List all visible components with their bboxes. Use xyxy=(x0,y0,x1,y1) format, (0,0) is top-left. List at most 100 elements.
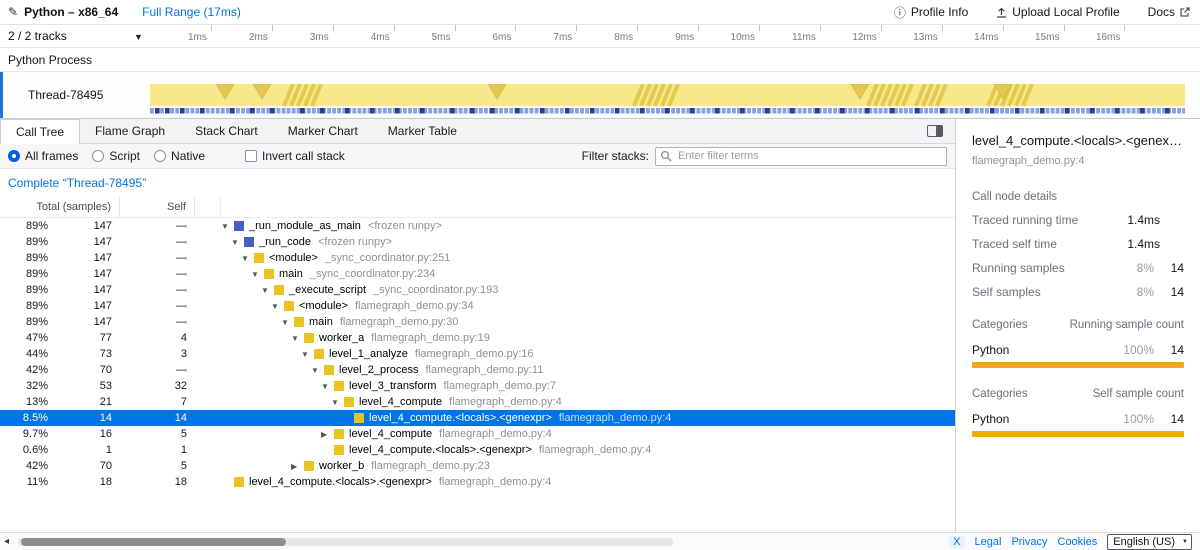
frame-category-icon xyxy=(314,349,324,359)
call-tree-row[interactable]: 42%705▶worker_bflamegraph_demo.py:23 xyxy=(0,458,955,474)
ruler-tick-mark xyxy=(576,25,577,31)
category-name: Python xyxy=(972,412,1110,426)
column-header-total[interactable]: Total (samples) xyxy=(0,197,120,217)
expand-toggle-icon[interactable]: ▼ xyxy=(221,222,234,231)
category-bar xyxy=(972,431,1184,437)
call-tree-row[interactable]: 32%5332▼level_3_transformflamegraph_demo… xyxy=(0,378,955,394)
call-tree-row[interactable]: 89%147—▼main_sync_coordinator.py:234 xyxy=(0,266,955,282)
expand-toggle-icon[interactable]: ▼ xyxy=(261,286,274,295)
footer-links: X Legal Privacy Cookies English (US) xyxy=(949,534,1192,550)
profile-info-button[interactable]: ⓘ Profile Info xyxy=(894,4,968,21)
horizontal-scrollbar[interactable] xyxy=(18,538,673,546)
call-tree-row[interactable]: 89%147—▼_run_module_as_main<frozen runpy… xyxy=(0,218,955,234)
call-tree-row[interactable]: 0.6%11level_4_compute.<locals>.<genexpr>… xyxy=(0,442,955,458)
expand-toggle-icon[interactable]: ▼ xyxy=(271,302,284,311)
row-self-samples: 7 xyxy=(120,396,195,408)
horizontal-scrollbar-thumb[interactable] xyxy=(21,538,286,546)
detail-value: 14 xyxy=(1154,285,1184,299)
invert-call-stack-checkbox[interactable] xyxy=(245,150,257,162)
expand-toggle-icon[interactable]: ▼ xyxy=(301,350,314,359)
row-self-samples: 4 xyxy=(120,332,195,344)
row-frame: ▼_run_code<frozen runpy> xyxy=(221,236,955,248)
expand-toggle-icon[interactable]: ▼ xyxy=(241,254,254,263)
timeline-ruler[interactable]: 2 / 2 tracks ▼ 1ms2ms3ms4ms5ms6ms7ms8ms9… xyxy=(0,25,1200,48)
language-select[interactable]: English (US) xyxy=(1107,534,1192,550)
call-tree-row[interactable]: 89%147—▼_run_code<frozen runpy> xyxy=(0,234,955,250)
call-tree-row[interactable]: 89%147—▼<module>_sync_coordinator.py:251 xyxy=(0,250,955,266)
call-tree-row[interactable]: 42%70—▼level_2_processflamegraph_demo.py… xyxy=(0,362,955,378)
expand-toggle-icon[interactable]: ▼ xyxy=(311,366,324,375)
category-value: 14 xyxy=(1154,343,1184,357)
call-tree-row[interactable]: 47%774▼worker_aflamegraph_demo.py:19 xyxy=(0,330,955,346)
invert-call-stack-label[interactable]: Invert call stack xyxy=(262,149,345,163)
call-tree-row[interactable]: 89%147—▼_execute_script_sync_coordinator… xyxy=(0,282,955,298)
call-tree-row[interactable]: 44%733▼level_1_analyzeflamegraph_demo.py… xyxy=(0,346,955,362)
radio-all-frames[interactable] xyxy=(8,150,20,162)
expand-toggle-icon[interactable]: ▼ xyxy=(281,318,294,327)
row-frame: level_4_compute.<locals>.<genexpr>flameg… xyxy=(221,412,955,424)
call-tree-row[interactable]: 13%217▼level_4_computeflamegraph_demo.py… xyxy=(0,394,955,410)
root-range-link[interactable]: Complete “Thread-78495” xyxy=(0,169,146,197)
column-header-self[interactable]: Self xyxy=(120,197,195,217)
call-tree-row[interactable]: 11%1818level_4_compute.<locals>.<genexpr… xyxy=(0,474,955,490)
expand-toggle-icon[interactable]: ▼ xyxy=(251,270,264,279)
radio-script[interactable] xyxy=(92,150,104,162)
upload-profile-button[interactable]: Upload Local Profile xyxy=(996,5,1119,19)
footer-close-button[interactable]: X xyxy=(949,536,964,548)
row-total-samples: 14 xyxy=(52,412,120,424)
function-name: worker_b xyxy=(319,460,364,472)
full-range-link[interactable]: Full Range (17ms) xyxy=(142,5,241,19)
thread-track-row[interactable]: Thread-78495 xyxy=(0,72,1200,119)
sidebar-toggle-icon[interactable] xyxy=(927,125,943,137)
call-tree-row[interactable]: 89%147—▼mainflamegraph_demo.py:30 xyxy=(0,314,955,330)
row-frame: ▼_execute_script_sync_coordinator.py:193 xyxy=(221,284,955,296)
function-name: worker_a xyxy=(319,332,364,344)
radio-label[interactable]: All frames xyxy=(25,149,78,163)
radio-native[interactable] xyxy=(154,150,166,162)
column-header-gutter xyxy=(195,197,221,217)
footer-link-cookies[interactable]: Cookies xyxy=(1058,536,1098,548)
upload-profile-label: Upload Local Profile xyxy=(1012,5,1119,19)
tab-flame-graph[interactable]: Flame Graph xyxy=(80,119,180,143)
footer-link-list: Legal Privacy Cookies xyxy=(975,536,1098,548)
selected-track-indicator xyxy=(0,72,3,118)
function-name: level_4_compute.<locals>.<genexpr> xyxy=(369,412,552,424)
process-row[interactable]: Python Process xyxy=(0,48,1200,72)
tab-call-tree[interactable]: Call Tree xyxy=(0,119,80,144)
thread-activity-track[interactable] xyxy=(150,84,1185,114)
call-tree-row[interactable]: 89%147—▼<module>flamegraph_demo.py:34 xyxy=(0,298,955,314)
row-self-samples: — xyxy=(120,252,195,264)
row-total-samples: 147 xyxy=(52,268,120,280)
tracks-dropdown-caret-icon[interactable]: ▼ xyxy=(134,32,143,42)
tab-marker-table[interactable]: Marker Table xyxy=(373,119,472,143)
category-name: Python xyxy=(972,343,1110,357)
categories-count-label: Running sample count xyxy=(1070,319,1184,331)
ruler-tick-label: 14ms xyxy=(949,32,999,43)
file-location: flamegraph_demo.py:19 xyxy=(371,332,490,344)
file-location: _sync_coordinator.py:251 xyxy=(325,252,450,264)
expand-toggle-icon[interactable]: ▼ xyxy=(331,398,344,407)
tab-marker-chart[interactable]: Marker Chart xyxy=(273,119,373,143)
expand-toggle-icon[interactable]: ▼ xyxy=(291,334,304,343)
expand-toggle-icon[interactable]: ▼ xyxy=(231,238,244,247)
edit-profile-name-icon[interactable]: ✎ xyxy=(8,5,18,19)
row-total-percent: 89% xyxy=(0,316,52,328)
filter-stacks-input[interactable] xyxy=(655,147,947,166)
call-tree-row[interactable]: 8.5%1414level_4_compute.<locals>.<genexp… xyxy=(0,410,955,426)
frame-category-icon xyxy=(334,381,344,391)
frame-category-icon xyxy=(254,253,264,263)
frame-filter-radios: All frames Script Native xyxy=(8,149,219,163)
ruler-tick-mark xyxy=(1003,25,1004,31)
call-tree-row[interactable]: 9.7%165▶level_4_computeflamegraph_demo.p… xyxy=(0,426,955,442)
ruler-tick-label: 10ms xyxy=(705,32,755,43)
hscroll-left-arrow-icon[interactable]: ◂ xyxy=(4,536,18,547)
radio-label[interactable]: Native xyxy=(171,149,205,163)
expand-toggle-icon[interactable]: ▼ xyxy=(321,382,334,391)
expand-toggle-icon[interactable]: ▶ xyxy=(321,430,334,439)
tab-stack-chart[interactable]: Stack Chart xyxy=(180,119,273,143)
footer-link-privacy[interactable]: Privacy xyxy=(1011,536,1047,548)
footer-link-legal[interactable]: Legal xyxy=(975,536,1002,548)
radio-label[interactable]: Script xyxy=(109,149,140,163)
docs-link[interactable]: Docs xyxy=(1148,5,1190,19)
expand-toggle-icon[interactable]: ▶ xyxy=(291,462,304,471)
